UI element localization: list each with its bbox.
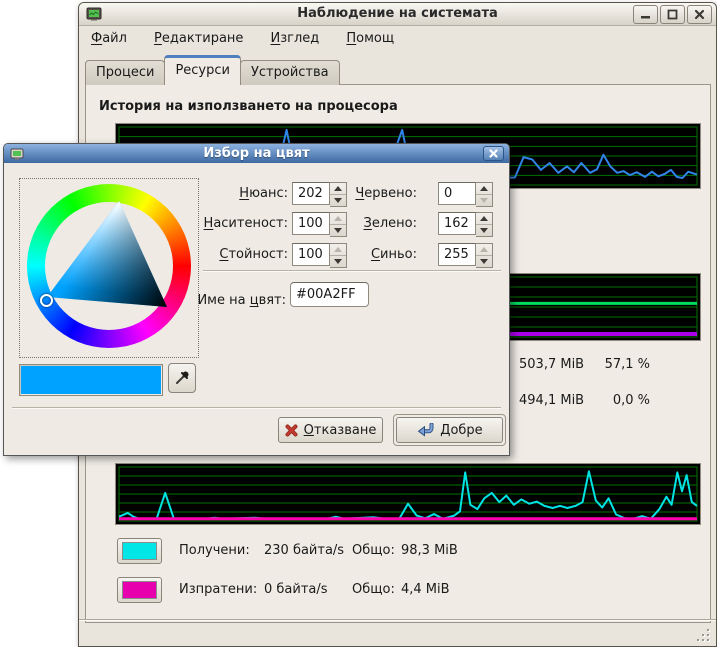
tab-processes[interactable]: Процеси (85, 60, 165, 85)
selected-color-preview (19, 364, 163, 396)
color-name-input[interactable]: #00A2FF (290, 282, 369, 307)
value-label: Стойност: (219, 243, 288, 266)
menu-help[interactable]: Помощ (344, 26, 396, 52)
hue-input[interactable]: 202 (292, 182, 330, 205)
maximize-button[interactable] (660, 5, 685, 24)
spin-down-icon[interactable] (330, 225, 346, 236)
sent-total: 4,4 MiB (401, 582, 450, 598)
desktop: Наблюдение на системата Файл Редактиране… (0, 0, 717, 647)
red-label: Червено: (355, 182, 417, 205)
minimize-button[interactable] (633, 5, 658, 24)
sent-color-swatch (122, 581, 157, 599)
dialog-close-button[interactable] (483, 146, 504, 161)
spin-up-icon[interactable] (476, 183, 492, 195)
value-spinner (330, 243, 347, 268)
green-input[interactable]: 162 (438, 212, 476, 235)
statusbar-separator (79, 619, 716, 621)
sent-rate: 0 байта/s (264, 582, 328, 598)
cpu-section-title: История на използването на процесора (99, 99, 398, 114)
memory-row: 503,7 MiB 57,1 % (519, 357, 650, 373)
spin-down-icon[interactable] (476, 225, 492, 236)
close-button[interactable] (687, 5, 712, 24)
tabbar: Процеси Ресурси Устройства (85, 55, 339, 85)
menu-view[interactable]: Изглед (269, 26, 322, 52)
red-input[interactable]: 0 (438, 182, 476, 205)
hue-selector[interactable] (40, 294, 53, 307)
spin-up-icon[interactable] (330, 213, 346, 225)
dialog-body: Нюанс: 202 Наситеност: 100 Стойност: 100… (4, 163, 509, 455)
blue-spinner (476, 243, 493, 268)
spin-down-icon[interactable] (330, 195, 346, 206)
spin-down-icon[interactable] (330, 256, 346, 267)
sent-label: Изпратени: (179, 582, 257, 598)
saturation-label: Наситеност: (204, 212, 288, 235)
memory-amount: 503,7 MiB (519, 357, 584, 372)
ok-label: Добре (440, 423, 482, 438)
received-color-swatch (122, 542, 157, 560)
network-sent-row: Изпратени: 0 байта/s Общо: 4,4 MiB (86, 577, 710, 603)
action-separator (12, 407, 501, 409)
swap-percent: 0,0 % (613, 393, 650, 408)
spin-down-icon[interactable] (476, 256, 492, 267)
tab-resources[interactable]: Ресурси (164, 55, 241, 85)
received-color-button[interactable] (117, 538, 162, 564)
green-label: Зелено: (364, 212, 417, 235)
hue-spinner (330, 182, 347, 207)
spin-down-icon[interactable] (476, 195, 492, 206)
red-spinner (476, 182, 493, 207)
memory-percent: 57,1 % (605, 357, 650, 372)
resize-grip-icon[interactable] (697, 629, 711, 643)
color-wheel[interactable] (19, 178, 199, 358)
ok-return-arrow-icon (416, 423, 434, 437)
cancel-x-icon (285, 424, 298, 437)
color-name-label: Име на цвят: (197, 289, 286, 312)
received-total: 98,3 MiB (401, 543, 458, 559)
swap-amount: 494,1 MiB (519, 393, 584, 408)
sent-color-button[interactable] (117, 577, 162, 603)
swap-row: 494,1 MiB 0,0 % (519, 393, 650, 409)
main-titlebar[interactable]: Наблюдение на системата (79, 3, 716, 26)
spin-up-icon[interactable] (476, 213, 492, 225)
saturation-input[interactable]: 100 (292, 212, 330, 235)
ok-button-frame: Добре (393, 414, 506, 446)
dialog-title: Избор на цвят (4, 144, 509, 163)
spin-up-icon[interactable] (330, 244, 346, 256)
value-input[interactable]: 100 (292, 243, 330, 266)
menubar: Файл Редактиране Изглед Помощ (79, 26, 716, 52)
menu-edit[interactable]: Редактиране (152, 26, 245, 52)
received-total-label: Общо: (352, 543, 395, 559)
network-received-row: Получени: 230 байта/s Общо: 98,3 MiB (86, 538, 710, 564)
color-picker-dialog: Избор на цвят (3, 143, 510, 456)
eyedropper-button[interactable] (168, 363, 196, 393)
cancel-button[interactable]: Отказване (278, 417, 383, 443)
network-history-chart (115, 463, 701, 525)
sent-total-label: Общо: (352, 582, 395, 598)
cancel-label: Отказване (304, 423, 377, 438)
spin-up-icon[interactable] (476, 244, 492, 256)
spin-up-icon[interactable] (330, 183, 346, 195)
green-spinner (476, 212, 493, 237)
hsv-triangle[interactable] (20, 179, 198, 357)
hue-label: Нюанс: (239, 182, 288, 205)
blue-input[interactable]: 255 (438, 243, 476, 266)
ok-button[interactable]: Добре (396, 417, 503, 443)
received-label: Получени: (179, 543, 250, 559)
received-rate: 230 байта/s (264, 543, 344, 559)
fields-separator (203, 270, 501, 272)
blue-label: Синьо: (371, 243, 417, 266)
tab-devices[interactable]: Устройства (240, 60, 340, 85)
dialog-titlebar[interactable]: Избор на цвят (4, 144, 509, 163)
main-window-title: Наблюдение на системата (79, 3, 716, 25)
menu-file[interactable]: Файл (89, 26, 129, 52)
eyedropper-icon (174, 370, 190, 386)
saturation-spinner (330, 212, 347, 237)
window-controls (633, 5, 712, 24)
